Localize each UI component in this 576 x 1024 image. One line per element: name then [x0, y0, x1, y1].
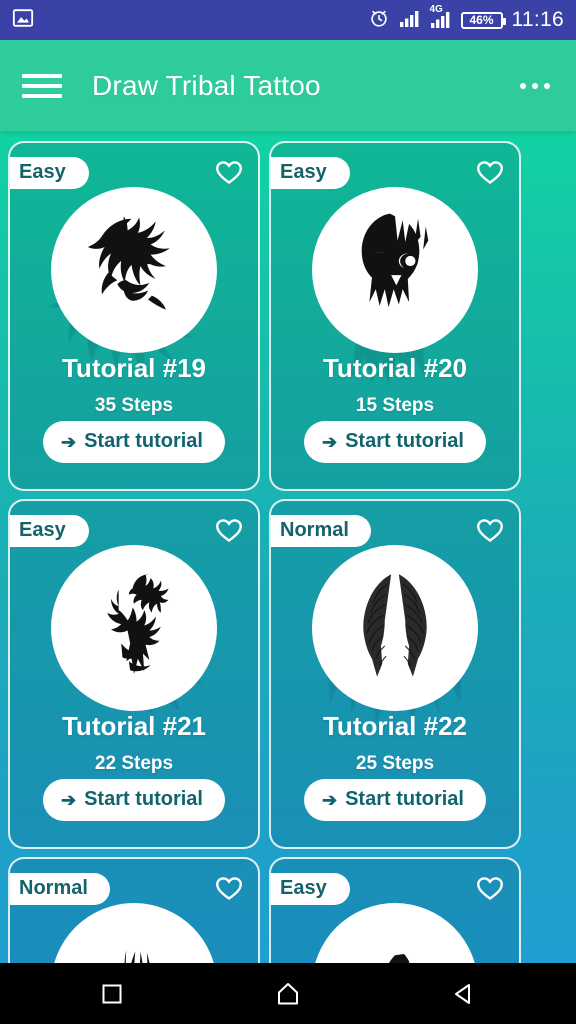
alarm-clock-icon	[368, 7, 390, 34]
clock-label: 11:16	[511, 8, 564, 31]
tutorial-card[interactable]: Normal Tutorial #22 25 Steps ➔ Start tut…	[269, 499, 521, 849]
tutorial-thumbnail	[312, 545, 478, 711]
hamburger-menu-icon[interactable]	[22, 69, 62, 103]
start-tutorial-label: Start tutorial	[345, 430, 464, 452]
square-recents-icon[interactable]	[88, 970, 136, 1018]
arrow-right-icon: ➔	[322, 789, 338, 810]
start-tutorial-button[interactable]: ➔ Start tutorial	[43, 779, 225, 821]
tutorial-steps: 35 Steps	[94, 395, 174, 416]
wolf-rose-tattoo-icon	[107, 574, 169, 675]
heart-outline-icon[interactable]	[475, 515, 505, 545]
overflow-dot	[544, 82, 550, 89]
heart-outline-icon[interactable]	[214, 873, 244, 903]
battery-indicator: 46%	[460, 11, 506, 29]
arrow-right-icon: ➔	[322, 431, 338, 452]
tutorial-thumbnail	[312, 903, 478, 963]
tutorial-card-grid: Easy Tutorial #19 35 Steps ➔ Start tutor…	[8, 141, 568, 963]
phone-screen: 4G 46% 11:16 Draw Tribal Tattoo Easy Tut…	[0, 0, 576, 1024]
tutorial-card[interactable]: Easy	[269, 141, 521, 491]
tutorial-card[interactable]: Normal	[8, 857, 260, 963]
start-tutorial-label: Start tutorial	[84, 788, 203, 810]
tutorial-title: Tutorial #20	[322, 353, 467, 383]
difficulty-badge: Easy	[10, 157, 89, 189]
tutorial-steps: 15 Steps	[355, 395, 435, 416]
battery-level-label: 46%	[469, 13, 494, 27]
tribal-tattoo-icon	[124, 950, 150, 963]
status-bar-indicators: 4G 46% 11:16	[368, 3, 565, 34]
android-navigation-bar	[0, 963, 576, 1024]
tutorial-list-scroll[interactable]: Easy Tutorial #19 35 Steps ➔ Start tutor…	[0, 131, 576, 963]
tutorial-title: Tutorial #19	[61, 353, 206, 383]
heart-outline-icon[interactable]	[475, 157, 505, 187]
tutorial-steps: 22 Steps	[94, 753, 174, 774]
heart-outline-icon[interactable]	[214, 157, 244, 187]
photo-icon	[12, 7, 34, 34]
overflow-dot	[520, 82, 526, 89]
page-title: Draw Tribal Tattoo	[92, 69, 321, 101]
start-tutorial-label: Start tutorial	[84, 430, 203, 452]
app-bar: Draw Tribal Tattoo	[0, 40, 576, 131]
overflow-dot	[532, 82, 538, 89]
start-tutorial-button[interactable]: ➔ Start tutorial	[43, 421, 225, 463]
tutorial-card[interactable]: Easy	[8, 141, 260, 491]
status-bar: 4G 46% 11:16	[0, 0, 576, 40]
tutorial-thumbnail	[51, 903, 217, 963]
heart-outline-icon[interactable]	[214, 515, 244, 545]
tutorial-card[interactable]: Easy	[269, 857, 521, 963]
difficulty-badge: Easy	[271, 157, 350, 189]
signal-bars-4g-icon: 4G	[429, 3, 452, 34]
tutorial-title: Tutorial #21	[61, 711, 206, 741]
back-triangle-icon[interactable]	[440, 970, 488, 1018]
hamburger-line	[22, 73, 62, 78]
overflow-menu-icon[interactable]	[516, 73, 554, 99]
arrow-right-icon: ➔	[61, 431, 77, 452]
tiger-tattoo-icon	[87, 216, 170, 310]
status-bar-notifications	[12, 7, 34, 34]
tutorial-card[interactable]: Easy Tutorial #21 22 Steps ➔ Start tutor…	[8, 499, 260, 849]
home-icon[interactable]	[264, 970, 312, 1018]
heart-outline-icon[interactable]	[475, 873, 505, 903]
signal-bars-icon	[399, 8, 421, 33]
network-type-label: 4G	[429, 3, 443, 15]
difficulty-badge: Normal	[10, 873, 110, 905]
tutorial-thumbnail	[51, 545, 217, 711]
hamburger-line	[22, 83, 62, 88]
difficulty-badge: Normal	[271, 515, 371, 547]
tribal-tattoo-icon	[389, 954, 410, 963]
start-tutorial-label: Start tutorial	[345, 788, 464, 810]
tutorial-thumbnail	[51, 187, 217, 353]
hamburger-line	[22, 93, 62, 98]
start-tutorial-button[interactable]: ➔ Start tutorial	[304, 779, 486, 821]
arrow-right-icon: ➔	[61, 789, 77, 810]
tutorial-thumbnail	[312, 187, 478, 353]
skull-tattoo-icon	[361, 213, 429, 308]
difficulty-badge: Easy	[10, 515, 89, 547]
angel-wings-tattoo-icon	[363, 574, 427, 677]
difficulty-badge: Easy	[271, 873, 350, 905]
tutorial-steps: 25 Steps	[355, 753, 435, 774]
start-tutorial-button[interactable]: ➔ Start tutorial	[304, 421, 486, 463]
tutorial-title: Tutorial #22	[322, 711, 467, 741]
